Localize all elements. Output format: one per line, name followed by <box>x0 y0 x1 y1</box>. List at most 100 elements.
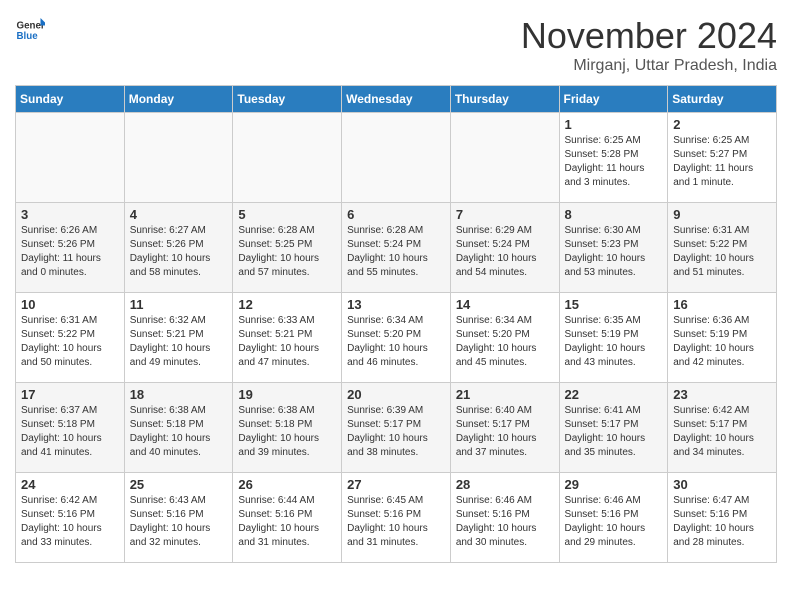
title-block: November 2024 Mirganj, Uttar Pradesh, In… <box>521 15 777 75</box>
day-info: Sunrise: 6:31 AM Sunset: 5:22 PM Dayligh… <box>673 224 771 280</box>
calendar-cell: 30 Sunrise: 6:47 AM Sunset: 5:16 PM Dayli… <box>668 473 777 563</box>
calendar-cell: 21 Sunrise: 6:40 AM Sunset: 5:17 PM Dayli… <box>450 383 559 473</box>
day-info: Sunrise: 6:42 AM Sunset: 5:17 PM Dayligh… <box>673 404 771 460</box>
day-info: Sunrise: 6:33 AM Sunset: 5:21 PM Dayligh… <box>238 314 336 370</box>
day-info: Sunrise: 6:38 AM Sunset: 5:18 PM Dayligh… <box>238 404 336 460</box>
calendar-cell: 2 Sunrise: 6:25 AM Sunset: 5:27 PM Daylig… <box>668 113 777 203</box>
calendar-cell: 17Sunrise: 6:37 AM Sunset: 5:18 PM Dayli… <box>16 383 125 473</box>
day-info: Sunrise: 6:26 AM Sunset: 5:26 PM Dayligh… <box>21 224 119 280</box>
calendar-cell: 13 Sunrise: 6:34 AM Sunset: 5:20 PM Dayli… <box>342 293 451 383</box>
calendar-cell <box>16 113 125 203</box>
calendar-cell: 5 Sunrise: 6:28 AM Sunset: 5:25 PM Daylig… <box>233 203 342 293</box>
day-info: Sunrise: 6:39 AM Sunset: 5:17 PM Dayligh… <box>347 404 445 460</box>
calendar-cell: 19 Sunrise: 6:38 AM Sunset: 5:18 PM Dayli… <box>233 383 342 473</box>
day-info: Sunrise: 6:25 AM Sunset: 5:27 PM Dayligh… <box>673 134 771 190</box>
calendar-week: 17Sunrise: 6:37 AM Sunset: 5:18 PM Dayli… <box>16 383 777 473</box>
weekday-header: Monday <box>124 86 233 113</box>
logo-icon: General Blue <box>15 15 45 45</box>
calendar-cell: 14 Sunrise: 6:34 AM Sunset: 5:20 PM Dayli… <box>450 293 559 383</box>
day-number: 26 <box>238 477 336 492</box>
day-number: 10 <box>21 297 119 312</box>
calendar-cell: 3Sunrise: 6:26 AM Sunset: 5:26 PM Daylig… <box>16 203 125 293</box>
calendar-week: 24 Sunrise: 6:42 AM Sunset: 5:16 PM Dayli… <box>16 473 777 563</box>
day-number: 19 <box>238 387 336 402</box>
calendar-week: 3Sunrise: 6:26 AM Sunset: 5:26 PM Daylig… <box>16 203 777 293</box>
day-info: Sunrise: 6:25 AM Sunset: 5:28 PM Dayligh… <box>565 134 663 190</box>
day-info: Sunrise: 6:29 AM Sunset: 5:24 PM Dayligh… <box>456 224 554 280</box>
calendar-week: 1 Sunrise: 6:25 AM Sunset: 5:28 PM Daylig… <box>16 113 777 203</box>
day-info: Sunrise: 6:40 AM Sunset: 5:17 PM Dayligh… <box>456 404 554 460</box>
day-number: 1 <box>565 117 663 132</box>
day-number: 20 <box>347 387 445 402</box>
day-info: Sunrise: 6:43 AM Sunset: 5:16 PM Dayligh… <box>130 494 228 550</box>
calendar-cell: 1 Sunrise: 6:25 AM Sunset: 5:28 PM Daylig… <box>559 113 668 203</box>
day-number: 30 <box>673 477 771 492</box>
calendar-cell: 29 Sunrise: 6:46 AM Sunset: 5:16 PM Dayli… <box>559 473 668 563</box>
svg-text:Blue: Blue <box>17 31 39 42</box>
day-number: 14 <box>456 297 554 312</box>
calendar-cell <box>124 113 233 203</box>
day-number: 16 <box>673 297 771 312</box>
day-info: Sunrise: 6:35 AM Sunset: 5:19 PM Dayligh… <box>565 314 663 370</box>
day-number: 6 <box>347 207 445 222</box>
calendar-cell <box>233 113 342 203</box>
calendar-cell: 12Sunrise: 6:33 AM Sunset: 5:21 PM Dayli… <box>233 293 342 383</box>
day-number: 5 <box>238 207 336 222</box>
day-info: Sunrise: 6:31 AM Sunset: 5:22 PM Dayligh… <box>21 314 119 370</box>
calendar-cell: 9 Sunrise: 6:31 AM Sunset: 5:22 PM Daylig… <box>668 203 777 293</box>
calendar-cell: 25 Sunrise: 6:43 AM Sunset: 5:16 PM Dayli… <box>124 473 233 563</box>
calendar-cell: 4Sunrise: 6:27 AM Sunset: 5:26 PM Daylig… <box>124 203 233 293</box>
day-number: 22 <box>565 387 663 402</box>
weekday-header: Sunday <box>16 86 125 113</box>
calendar-cell: 23 Sunrise: 6:42 AM Sunset: 5:17 PM Dayli… <box>668 383 777 473</box>
calendar-cell: 28Sunrise: 6:46 AM Sunset: 5:16 PM Dayli… <box>450 473 559 563</box>
location: Mirganj, Uttar Pradesh, India <box>521 57 777 75</box>
weekday-header: Friday <box>559 86 668 113</box>
day-info: Sunrise: 6:34 AM Sunset: 5:20 PM Dayligh… <box>456 314 554 370</box>
day-info: Sunrise: 6:44 AM Sunset: 5:16 PM Dayligh… <box>238 494 336 550</box>
day-info: Sunrise: 6:45 AM Sunset: 5:16 PM Dayligh… <box>347 494 445 550</box>
day-info: Sunrise: 6:46 AM Sunset: 5:16 PM Dayligh… <box>565 494 663 550</box>
logo: General Blue <box>15 15 45 45</box>
calendar-cell: 7Sunrise: 6:29 AM Sunset: 5:24 PM Daylig… <box>450 203 559 293</box>
calendar-cell: 22Sunrise: 6:41 AM Sunset: 5:17 PM Dayli… <box>559 383 668 473</box>
day-info: Sunrise: 6:28 AM Sunset: 5:24 PM Dayligh… <box>347 224 445 280</box>
day-info: Sunrise: 6:38 AM Sunset: 5:18 PM Dayligh… <box>130 404 228 460</box>
day-number: 13 <box>347 297 445 312</box>
day-info: Sunrise: 6:32 AM Sunset: 5:21 PM Dayligh… <box>130 314 228 370</box>
day-info: Sunrise: 6:34 AM Sunset: 5:20 PM Dayligh… <box>347 314 445 370</box>
day-number: 21 <box>456 387 554 402</box>
calendar-cell: 8Sunrise: 6:30 AM Sunset: 5:23 PM Daylig… <box>559 203 668 293</box>
header-row: SundayMondayTuesdayWednesdayThursdayFrid… <box>16 86 777 113</box>
calendar-cell: 26 Sunrise: 6:44 AM Sunset: 5:16 PM Dayli… <box>233 473 342 563</box>
calendar-week: 10 Sunrise: 6:31 AM Sunset: 5:22 PM Dayli… <box>16 293 777 383</box>
day-info: Sunrise: 6:42 AM Sunset: 5:16 PM Dayligh… <box>21 494 119 550</box>
day-info: Sunrise: 6:36 AM Sunset: 5:19 PM Dayligh… <box>673 314 771 370</box>
calendar-cell: 20 Sunrise: 6:39 AM Sunset: 5:17 PM Dayli… <box>342 383 451 473</box>
day-info: Sunrise: 6:46 AM Sunset: 5:16 PM Dayligh… <box>456 494 554 550</box>
day-number: 23 <box>673 387 771 402</box>
day-info: Sunrise: 6:27 AM Sunset: 5:26 PM Dayligh… <box>130 224 228 280</box>
day-info: Sunrise: 6:47 AM Sunset: 5:16 PM Dayligh… <box>673 494 771 550</box>
day-number: 8 <box>565 207 663 222</box>
day-number: 27 <box>347 477 445 492</box>
day-number: 29 <box>565 477 663 492</box>
weekday-header: Thursday <box>450 86 559 113</box>
page-header: General Blue November 2024 Mirganj, Utta… <box>15 15 777 75</box>
calendar-cell: 18 Sunrise: 6:38 AM Sunset: 5:18 PM Dayli… <box>124 383 233 473</box>
weekday-header: Saturday <box>668 86 777 113</box>
calendar-cell: 24 Sunrise: 6:42 AM Sunset: 5:16 PM Dayli… <box>16 473 125 563</box>
day-number: 9 <box>673 207 771 222</box>
calendar-cell <box>342 113 451 203</box>
day-number: 25 <box>130 477 228 492</box>
day-number: 24 <box>21 477 119 492</box>
day-info: Sunrise: 6:28 AM Sunset: 5:25 PM Dayligh… <box>238 224 336 280</box>
day-number: 18 <box>130 387 228 402</box>
day-number: 2 <box>673 117 771 132</box>
calendar-cell: 27 Sunrise: 6:45 AM Sunset: 5:16 PM Dayli… <box>342 473 451 563</box>
day-number: 15 <box>565 297 663 312</box>
month-title: November 2024 <box>521 15 777 57</box>
calendar-cell: 6 Sunrise: 6:28 AM Sunset: 5:24 PM Daylig… <box>342 203 451 293</box>
calendar-cell: 15 Sunrise: 6:35 AM Sunset: 5:19 PM Dayli… <box>559 293 668 383</box>
weekday-header: Tuesday <box>233 86 342 113</box>
